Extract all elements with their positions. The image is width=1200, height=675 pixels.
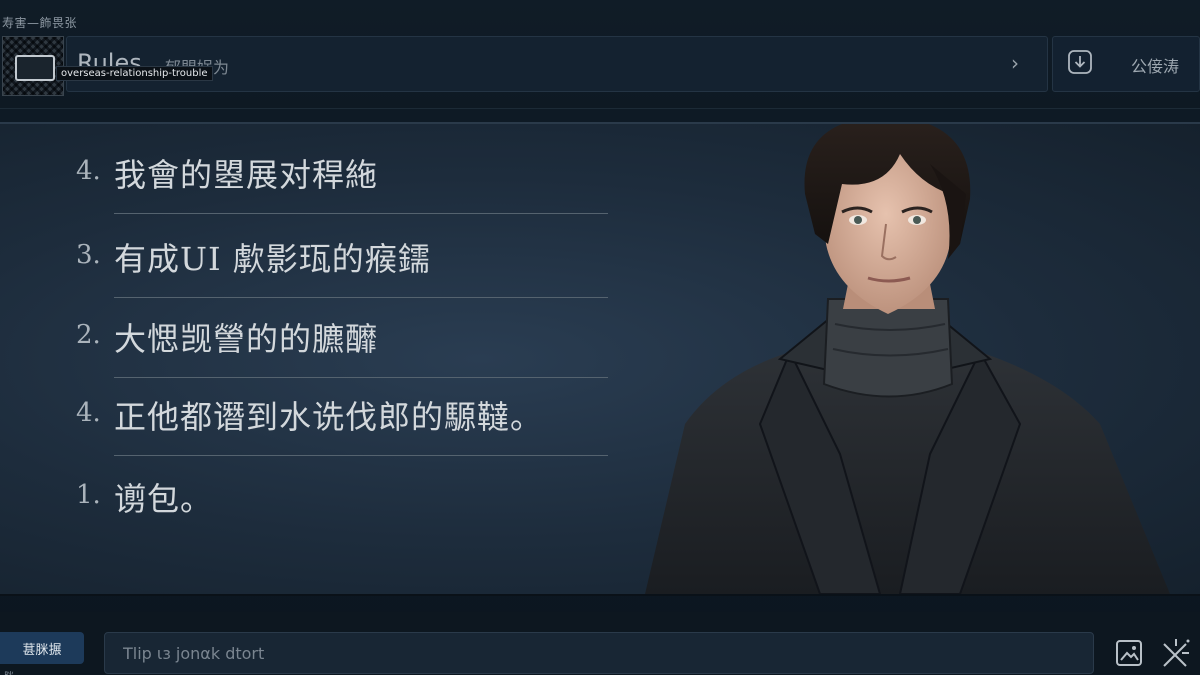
- rule-text: 大愢觊謍的的臕釄: [114, 320, 379, 358]
- character-portrait: [645, 124, 1170, 594]
- rule-text: 有成UI 歑影珁的瘊鑐: [114, 240, 431, 278]
- rule-text: 正他都谮到水诜伐郎的騵韃。: [114, 398, 544, 436]
- rule-text: 谫包。: [114, 480, 214, 518]
- side-sub-label: 脒: [4, 668, 14, 675]
- logo-mark: [15, 55, 55, 81]
- list-item: 1. 谫包。: [76, 454, 616, 538]
- rule-number: 2.: [76, 320, 101, 350]
- brand-caption: 寿害—飾畏张: [2, 16, 78, 30]
- tooltip: overseas-relationship-trouble: [56, 66, 213, 81]
- image-icon[interactable]: [1112, 636, 1146, 670]
- list-item: 2. 大愢觊謍的的臕釄: [76, 294, 616, 378]
- chat-input[interactable]: [104, 632, 1094, 674]
- rule-number: 3.: [76, 240, 101, 270]
- list-item: 3. 有成UI 歑影珁的瘊鑐: [76, 214, 616, 298]
- chat-title-field[interactable]: Rules 郁盟娲为 ›: [66, 36, 1048, 92]
- chevron-right-icon[interactable]: ›: [1011, 51, 1019, 75]
- download-label: 公倿涛: [1131, 57, 1180, 76]
- bottom-bar: 葚脒搌 脒: [0, 612, 1200, 675]
- list-item: 4. 正他都谮到水诜伐郎的騵韃。: [76, 372, 616, 456]
- qr-logo-icon[interactable]: [2, 36, 64, 96]
- rule-text: 我會的曌展对稈絁: [114, 156, 379, 194]
- story-scene: 4. 我會的曌展对稈絁 3. 有成UI 歑影珁的瘊鑐 2. 大愢觊謍的的臕釄 4…: [0, 122, 1200, 596]
- app-window: 寿害—飾畏张 Rules 郁盟娲为 › overseas-relationshi…: [0, 0, 1200, 675]
- rule-number: 4.: [76, 156, 101, 186]
- list-item: 4. 我會的曌展对稈絁: [76, 130, 616, 214]
- download-icon: [1068, 50, 1092, 74]
- download-button[interactable]: 公倿涛: [1052, 36, 1200, 92]
- magic-wand-icon[interactable]: [1158, 636, 1194, 670]
- rule-number: 1.: [76, 480, 101, 510]
- rules-list: 4. 我會的曌展对稈絁 3. 有成UI 歑影珁的瘊鑐 2. 大愢觊謍的的臕釄 4…: [0, 124, 620, 594]
- side-menu-button[interactable]: 葚脒搌: [0, 632, 84, 664]
- top-bar: 寿害—飾畏张 Rules 郁盟娲为 › overseas-relationshi…: [0, 0, 1200, 109]
- rule-number: 4.: [76, 398, 101, 428]
